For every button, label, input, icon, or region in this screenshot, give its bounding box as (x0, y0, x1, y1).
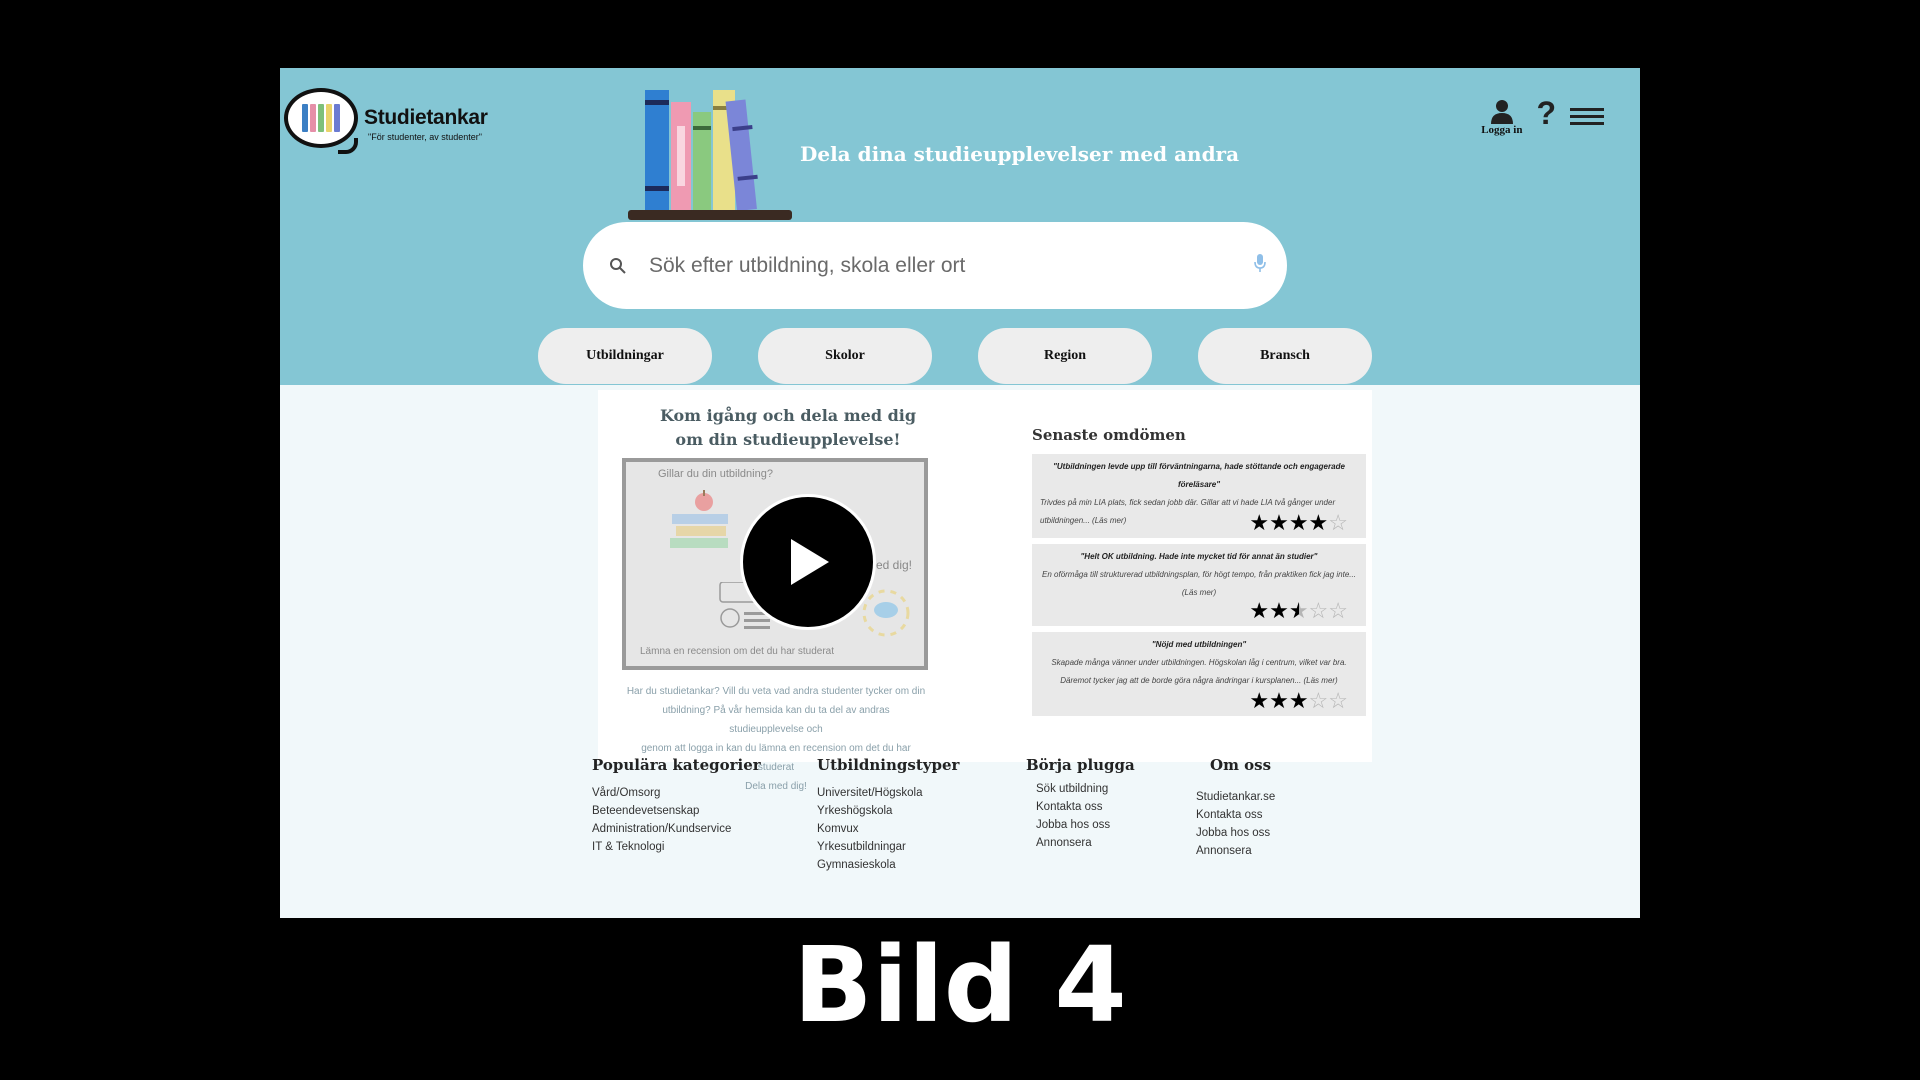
footer-column-title: Utbildningstyper (817, 756, 960, 774)
footer-link[interactable]: Gymnasieskola (817, 856, 959, 874)
help-icon[interactable]: ? (1536, 97, 1556, 129)
intro-body-line: utbildning? På vår hemsida kan du ta del… (662, 705, 890, 735)
slide-caption: Bild 4 (793, 924, 1127, 1046)
books-apple-illustration-icon (670, 490, 728, 548)
review-body: Skapade många vänner under utbildningen.… (1051, 658, 1347, 685)
footer-link[interactable]: Administration/Kundservice (592, 820, 761, 838)
review-quote: "Nöjd med utbildningen" (1151, 640, 1247, 649)
footer-link[interactable]: Komvux (817, 820, 959, 838)
brand-tagline: "För studenter, av studenter" (368, 132, 482, 142)
search-input[interactable]: Sök efter utbildning, skola eller ort (649, 254, 1253, 278)
footer-link[interactable]: Kontakta oss (1026, 798, 1135, 816)
review-card[interactable]: "Nöjd med utbildningen" Skapade många vä… (1032, 632, 1366, 716)
footer-link[interactable]: Jobba hos oss (1196, 824, 1275, 842)
footer-column-title: Populära kategorier (592, 756, 761, 774)
footer-link[interactable]: Universitet/Högskola (817, 784, 959, 802)
review-card[interactable]: "Utbildningen levde upp till förväntning… (1032, 454, 1366, 538)
category-button-bransch[interactable]: Bransch (1198, 328, 1372, 384)
footer-link[interactable]: IT & Teknologi (592, 838, 761, 856)
bookshelf-icon (628, 90, 792, 220)
category-button-skolor[interactable]: Skolor (758, 328, 932, 384)
video-question-text: Gillar du din utbildning? (658, 468, 773, 480)
footer-column-types: Utbildningstyper Universitet/Högskola Yr… (817, 756, 959, 874)
video-bottom-text: Lämna en recension om det du har studera… (640, 646, 835, 657)
hero-headline: Dela dina studieupplevelser med andra (800, 142, 1240, 166)
user-icon (1490, 100, 1513, 124)
footer-link[interactable]: Beteendevetsenskap (592, 802, 761, 820)
brand-name: Studietankar (364, 106, 488, 129)
review-quote: "Utbildningen levde upp till förväntning… (1053, 462, 1345, 489)
star-rating: ★★★☆☆ (1249, 598, 1348, 623)
category-button-region[interactable]: Region (978, 328, 1152, 384)
site-logo[interactable]: Studietankar "För studenter, av studente… (284, 88, 488, 154)
play-button[interactable] (740, 494, 876, 630)
review-card[interactable]: "Helt OK utbildning. Hade inte mycket ti… (1032, 544, 1366, 626)
content-card: Kom igång och dela med dig om din studie… (598, 390, 1372, 792)
review-quote: "Helt OK utbildning. Hade inte mycket ti… (1080, 552, 1318, 561)
footer-link[interactable]: Yrkeshögskola (817, 802, 959, 820)
footer-column-title: Börja plugga (1026, 756, 1135, 774)
footer-column-start: Börja plugga Sök utbildning Kontakta oss… (1026, 756, 1135, 852)
reviews-title: Senaste omdömen (1032, 426, 1186, 444)
category-button-utbildningar[interactable]: Utbildningar (538, 328, 712, 384)
site-footer: Populära kategorier Vård/Omsorg Beteende… (280, 756, 1640, 918)
footer-column-about: Om oss Studietankar.se Kontakta oss Jobb… (1196, 756, 1275, 860)
search-icon (603, 257, 633, 275)
hamburger-menu-icon[interactable] (1570, 108, 1604, 125)
footer-link[interactable]: Jobba hos oss (1026, 816, 1135, 834)
login-button[interactable]: Logga in (1481, 98, 1522, 136)
footer-link[interactable]: Kontakta oss (1196, 806, 1275, 824)
intro-video[interactable]: Gillar du din utbildning? tycker Dela me… (622, 458, 928, 670)
footer-link[interactable]: Studietankar.se (1196, 788, 1275, 806)
microphone-icon[interactable] (1253, 253, 1267, 278)
footer-link[interactable]: Annonsera (1026, 834, 1135, 852)
star-rating: ★★★☆☆ (1249, 688, 1348, 713)
footer-column-popular: Populära kategorier Vård/Omsorg Beteende… (592, 756, 761, 856)
category-buttons: Utbildningar Skolor Region Bransch (538, 328, 1372, 384)
play-icon (791, 539, 829, 585)
review-body: En oförmåga till strukturerad utbildning… (1042, 570, 1356, 597)
site-header: Studietankar "För studenter, av studente… (280, 68, 1640, 385)
footer-link[interactable]: Yrkesutbildningar (817, 838, 959, 856)
star-rating: ★★★★☆ (1249, 510, 1348, 535)
speech-bubble-books-icon (284, 88, 358, 154)
footer-link[interactable]: Sök utbildning (1026, 780, 1135, 798)
footer-link[interactable]: Annonsera (1196, 842, 1275, 860)
footer-link[interactable]: Vård/Omsorg (592, 784, 761, 802)
header-actions: Logga in ? (1481, 97, 1604, 136)
intro-body-line: Har du studietankar? Vill du veta vad an… (626, 686, 926, 697)
website-mockup: Studietankar "För studenter, av studente… (280, 68, 1640, 918)
search-bar[interactable]: Sök efter utbildning, skola eller ort (583, 222, 1287, 309)
intro-title: Kom igång och dela med dig om din studie… (659, 406, 917, 449)
footer-column-title: Om oss (1210, 756, 1272, 774)
login-label: Logga in (1481, 124, 1523, 136)
